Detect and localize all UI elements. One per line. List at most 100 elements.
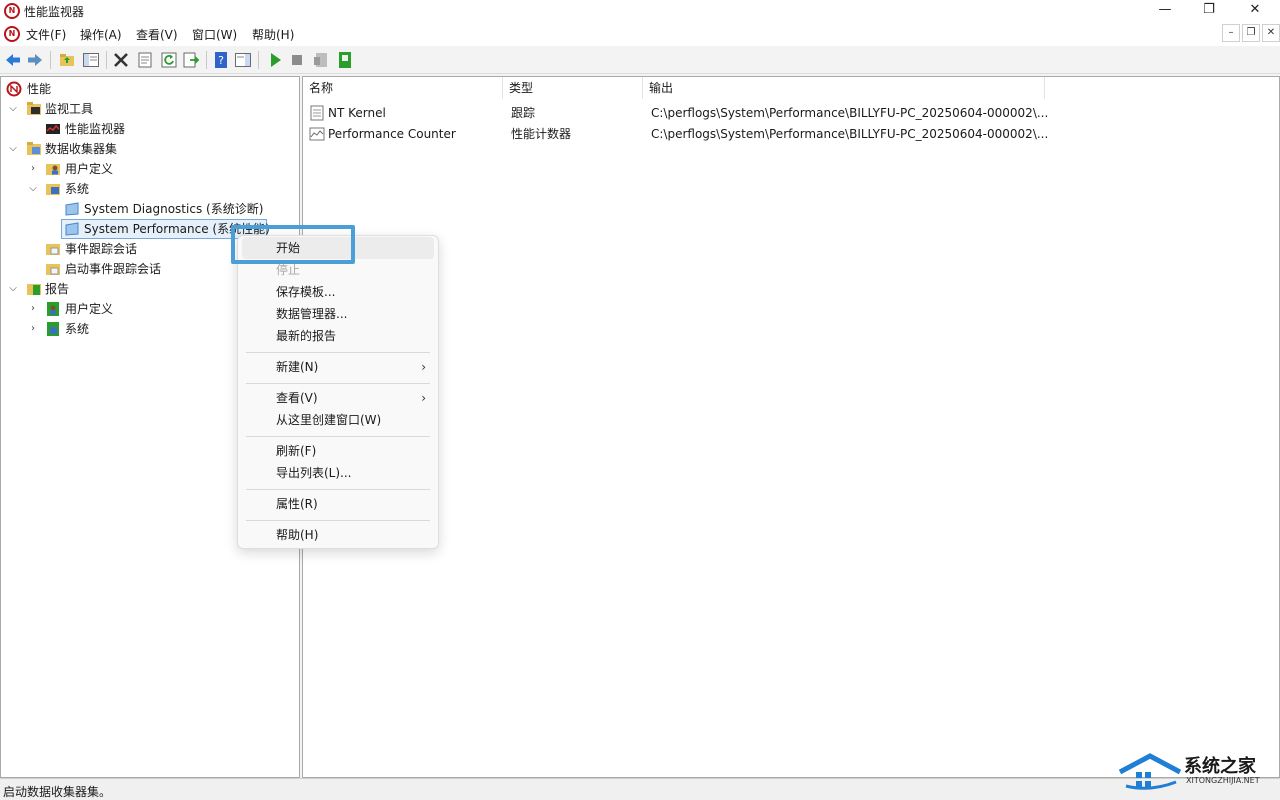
chevron-down-icon[interactable]: ⌵ [8,279,18,299]
context-menu: 开始 停止 保存模板... 数据管理器... 最新的报告 新建(N) › 查看(… [237,235,439,549]
mdi-restore-button[interactable]: ❐ [1242,24,1260,42]
menu-item-help[interactable]: 帮助(H) [242,524,434,546]
row-output: C:\perflogs\System\Performance\BILLYFU-P… [651,106,1049,120]
chevron-right-icon[interactable]: › [28,319,38,339]
tree-item-system[interactable]: ⌵ 系统 [1,179,299,199]
toolbar-separator [206,51,207,69]
minimize-button[interactable]: — [1142,0,1188,22]
details-list: 名称 类型 输出 NT Kernel 跟踪 C:\perflogs\System… [302,76,1280,778]
show-hide-action-pane-icon[interactable] [234,51,252,69]
tree-label: 系统 [65,182,90,196]
chevron-down-icon[interactable]: ⌵ [28,179,38,199]
menu-view[interactable]: 查看(V) [136,26,178,43]
mdi-app-icon[interactable]: N [4,26,20,42]
collector-set-icon [65,202,79,216]
tree-item-monitoring-tools[interactable]: ⌵ 监视工具 [1,99,299,119]
tree-label: 数据收集器集 [45,142,118,156]
row-type: 跟踪 [511,106,536,120]
menu-separator [246,436,430,437]
chevron-down-icon[interactable]: ⌵ [8,99,18,119]
mdi-minimize-button[interactable]: – [1222,24,1240,42]
properties-icon[interactable] [136,51,154,69]
menu-label: 查看(V) [276,391,318,405]
menu-item-view[interactable]: 查看(V) › [242,387,434,409]
chevron-right-icon[interactable]: › [28,299,38,319]
menu-separator [246,383,430,384]
help-icon[interactable]: ? [212,51,230,69]
status-text: 启动数据收集器集。 [3,785,112,799]
menu-item-export-list[interactable]: 导出列表(L)... [242,462,434,484]
monitoring-tools-icon [27,102,41,115]
menu-file[interactable]: 文件(F) [26,26,66,43]
performance-icon [6,81,22,97]
row-output: C:\perflogs\System\Performance\BILLYFU-P… [651,127,1049,141]
table-row[interactable]: Performance Counter [309,124,503,144]
watermark-brand: 系统之家 [1184,756,1256,777]
delete-icon[interactable] [112,51,130,69]
toolbar-separator [258,51,259,69]
toolbar-separator [106,51,107,69]
stop-icon[interactable] [288,51,306,69]
menu-item-refresh[interactable]: 刷新(F) [242,440,434,462]
tree-label: System Diagnostics (系统诊断) [84,202,264,216]
toolbar: ? [0,46,1280,74]
tree-item-performance[interactable]: 性能 [1,79,299,99]
column-header-type[interactable]: 类型 [503,77,643,99]
title-bar: N 性能监视器 — ❐ ✕ [0,0,1280,22]
menu-separator [246,352,430,353]
tree-label: 性能监视器 [65,122,126,136]
menu-item-data-manager[interactable]: 数据管理器... [242,303,434,325]
close-button[interactable]: ✕ [1232,0,1278,22]
tree-label: 用户定义 [65,302,114,316]
row-type: 性能计数器 [511,127,572,141]
tree-label: 性能 [27,82,52,96]
refresh-icon[interactable] [160,51,178,69]
latest-report-icon[interactable] [336,51,354,69]
mdi-close-button[interactable]: ✕ [1262,24,1280,42]
tree-item-performance-monitor[interactable]: 性能监视器 [1,119,299,139]
menu-item-new[interactable]: 新建(N) › [242,356,434,378]
chevron-right-icon: › [421,360,426,374]
system-folder-icon [46,184,60,195]
show-hide-tree-icon[interactable] [82,51,100,69]
menu-help[interactable]: 帮助(H) [252,26,294,43]
menu-separator [246,489,430,490]
svg-text:?: ? [218,54,224,67]
column-header-output[interactable]: 输出 [643,77,1045,99]
menu-separator [246,520,430,521]
menu-action[interactable]: 操作(A) [80,26,122,43]
menu-window[interactable]: 窗口(W) [192,26,237,43]
menu-item-save-template[interactable]: 保存模板... [242,281,434,303]
play-icon[interactable] [266,51,284,69]
window-title: 性能监视器 [24,5,85,19]
report-user-icon [47,302,59,316]
report-disabled-icon[interactable] [312,51,330,69]
report-system-icon [47,322,59,336]
startup-trace-icon [46,264,60,275]
tree-item-data-collector-sets[interactable]: ⌵ 数据收集器集 [1,139,299,159]
row-name: Performance Counter [328,127,456,141]
chevron-right-icon[interactable]: › [28,159,38,179]
maximize-button[interactable]: ❐ [1186,0,1232,22]
menu-item-new-window[interactable]: 从这里创建窗口(W) [242,409,434,431]
table-row[interactable]: NT Kernel [309,103,503,123]
chevron-right-icon: › [421,391,426,405]
menu-item-properties[interactable]: 属性(R) [242,493,434,515]
forward-arrow-icon[interactable] [26,51,44,69]
chevron-down-icon[interactable]: ⌵ [8,139,18,159]
collector-set-icon [65,222,79,236]
tree-item-user-defined[interactable]: › 用户定义 [1,159,299,179]
menu-label: 新建(N) [276,360,319,374]
watermark-url: XITONGZHIJIA.NET [1186,776,1260,785]
export-list-icon[interactable] [182,51,200,69]
app-icon: N [4,3,20,19]
performance-monitor-icon [46,124,60,134]
column-header-name[interactable]: 名称 [303,77,503,99]
menu-bar: N 文件(F) 操作(A) 查看(V) 窗口(W) 帮助(H) – ❐ ✕ [0,22,1280,46]
user-defined-icon [46,164,60,175]
highlight-box [231,225,355,264]
tree-item-system-diagnostics[interactable]: System Diagnostics (系统诊断) [1,199,299,219]
up-folder-icon[interactable] [58,51,76,69]
menu-item-latest-report[interactable]: 最新的报告 [242,325,434,347]
back-arrow-icon[interactable] [4,51,22,69]
